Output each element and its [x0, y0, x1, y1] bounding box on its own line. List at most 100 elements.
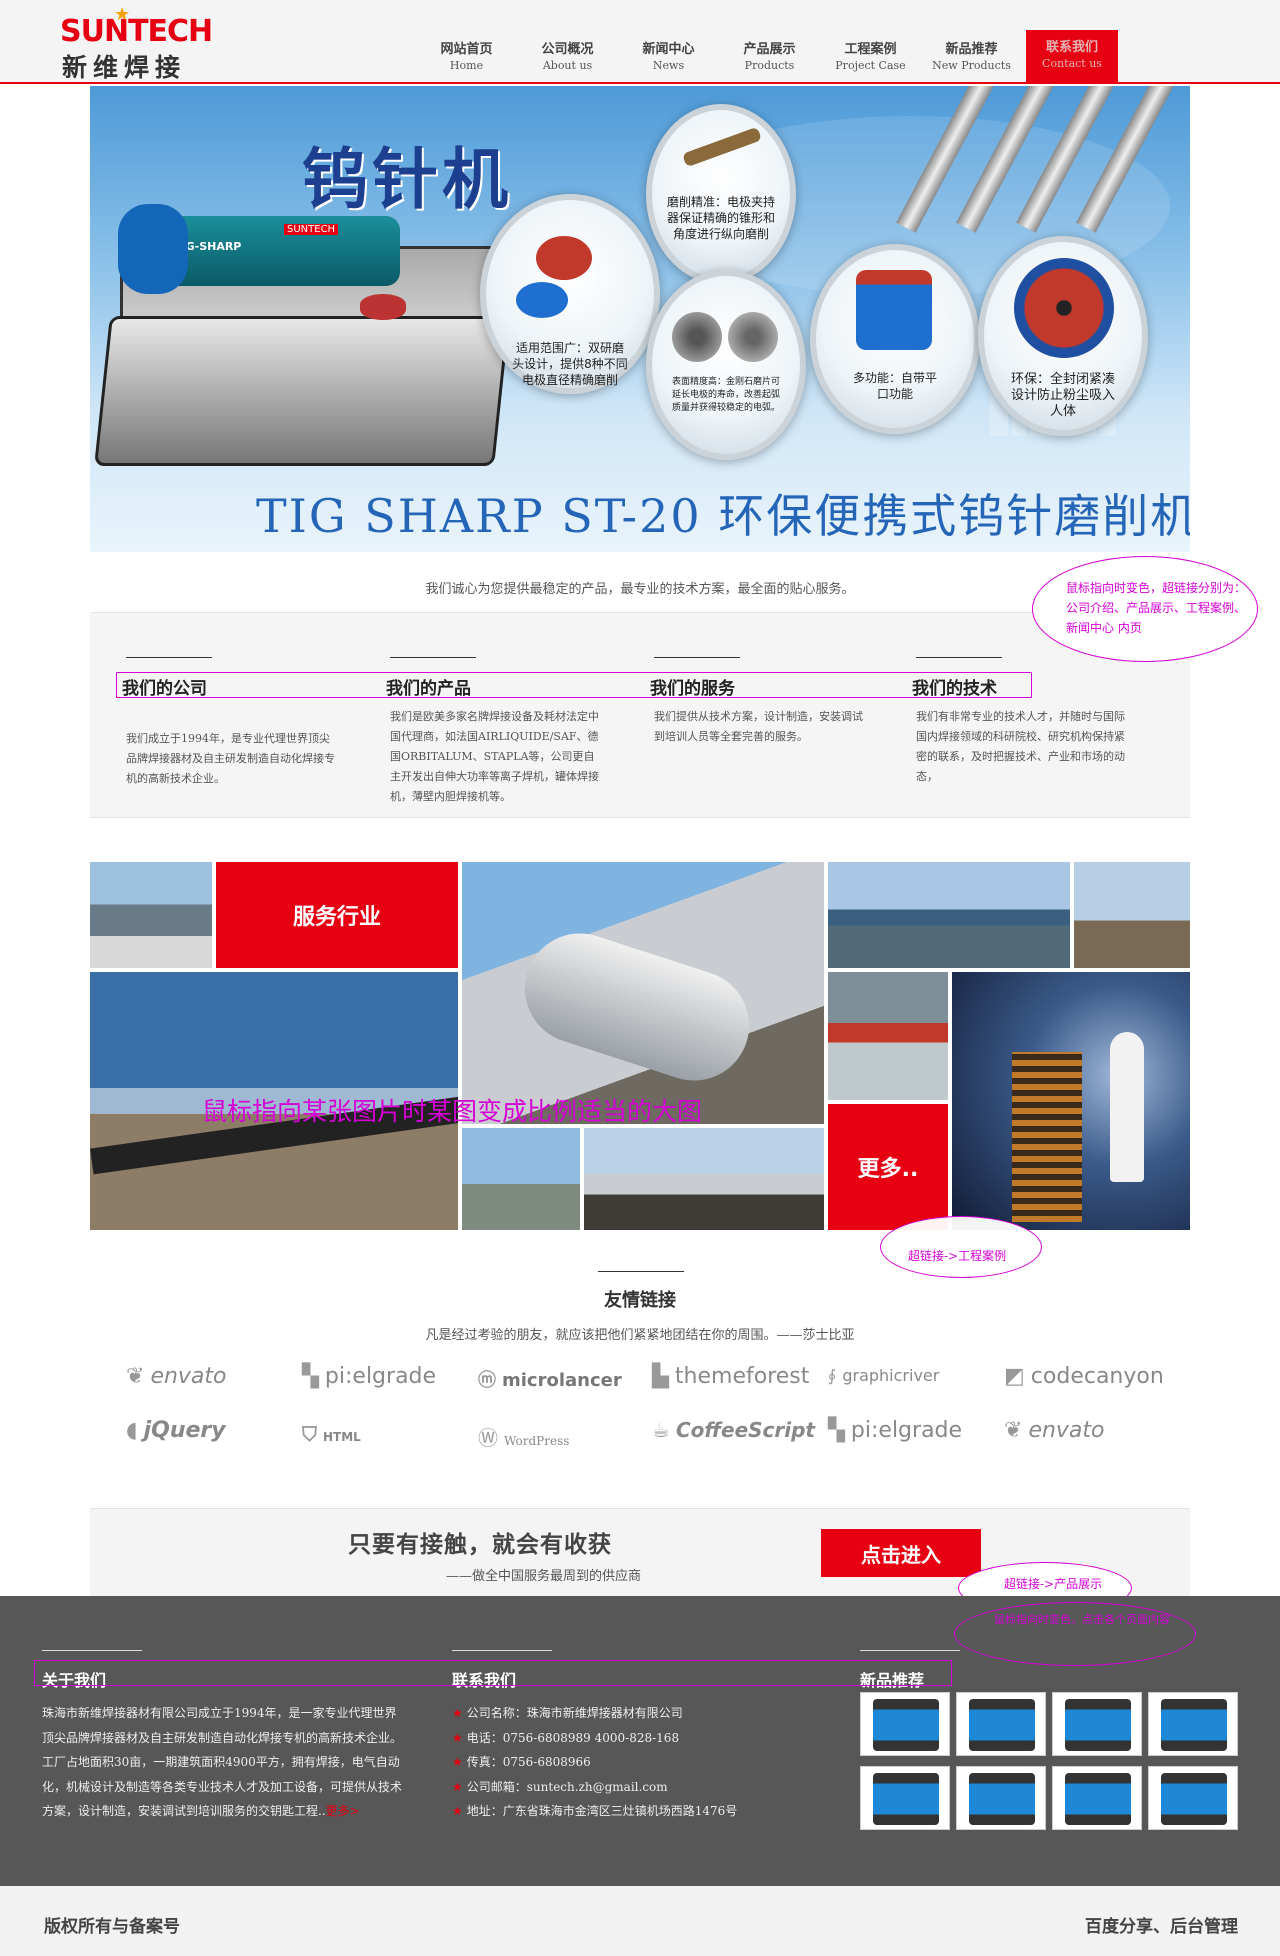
divider: [42, 1650, 142, 1651]
more-cases-label: 更多..: [857, 1157, 919, 1182]
envato-icon: ❦: [1004, 1418, 1023, 1443]
nav-products[interactable]: 产品展示 Products: [719, 30, 820, 84]
friend-link-label: themeforest: [674, 1364, 810, 1389]
product-thumbnail[interactable]: [860, 1692, 950, 1756]
cta-title: 只要有接触，就会有收获: [348, 1532, 612, 1558]
contact-text: 电话：0756-6808989 4000-828-168: [466, 1730, 680, 1745]
friend-link-html5[interactable]: ⛉ HTML: [302, 1422, 361, 1446]
product-thumbnail[interactable]: [1148, 1692, 1238, 1756]
microlancer-icon: ⓜ: [478, 1370, 496, 1391]
product-thumbnail[interactable]: [956, 1692, 1046, 1756]
friend-link-pixelgrade[interactable]: ▚ pi:elgrade: [302, 1364, 436, 1389]
more-cases-tile[interactable]: 更多..: [828, 1104, 948, 1230]
copyright-text: 版权所有与备案号: [44, 1917, 180, 1937]
friend-link-coffeescript[interactable]: ☕ CoffeeScript: [652, 1418, 815, 1442]
bubble-text: 多功能：自带平口功能: [852, 371, 937, 401]
photo-ship-cargo[interactable]: [828, 862, 1070, 968]
diamond-disc: [672, 312, 722, 362]
nav-home[interactable]: 网站首页 Home: [416, 30, 517, 84]
bottom-bar: 版权所有与备案号 百度分享、后台管理: [0, 1886, 1280, 1956]
annotation-footer-note: 鼠标指向时变色，点击各个页面内容: [994, 1613, 1170, 1626]
nav-new-products[interactable]: 新品推荐 New Products: [921, 30, 1022, 84]
welder-image: [873, 1699, 939, 1751]
photo-car-factory[interactable]: [828, 972, 948, 1100]
friend-link-graphicriver[interactable]: ∮ graphicriver: [828, 1366, 939, 1385]
contact-email[interactable]: ★ 公司邮箱：suntech.zh@gmail.com: [452, 1775, 812, 1800]
about-more-link[interactable]: 更多>: [326, 1804, 360, 1818]
pixelgrade-icon: ▚: [302, 1364, 319, 1389]
themeforest-icon: ▙: [652, 1364, 669, 1389]
site-logo[interactable]: SUNTECH ★ 新维焊接: [60, 4, 213, 82]
feature-text: 我们是欧美多家名牌焊接设备及耗材法定中国代理商，如法国AIRLIQUIDE/SA…: [390, 710, 599, 803]
friend-link-label: pi:elgrade: [850, 1418, 963, 1443]
contact-fax: ★ 传真：0756-6808966: [452, 1750, 812, 1775]
bubble-text: 磨削精准：电极夹持器保证精确的锥形和角度进行纵向磨削: [666, 195, 775, 241]
photo-pressure-vessel[interactable]: [462, 862, 824, 1124]
nav-contact[interactable]: 联系我们 Contact us: [1026, 30, 1118, 84]
hero-banner[interactable]: 钨针机 TIG-SHARP SUNTECH 适用范围广：双研磨头设计，提供8种不…: [90, 86, 1190, 552]
product-thumbnail[interactable]: [956, 1766, 1046, 1830]
divider: [654, 657, 740, 658]
friend-link-pixelgrade-2[interactable]: ▚ pi:elgrade: [828, 1418, 962, 1443]
divider: [860, 1650, 960, 1651]
share-admin-links[interactable]: 百度分享、后台管理: [1085, 1912, 1238, 1937]
friend-link-label: jQuery: [143, 1418, 226, 1443]
friend-links-quote: 凡是经过考验的朋友，就应该把他们紧紧地团结在你的周围。——莎士比亚: [425, 1328, 855, 1343]
product-thumbnail[interactable]: [1148, 1766, 1238, 1830]
photo-barge-tanks[interactable]: [584, 1128, 824, 1230]
enter-button[interactable]: 点击进入: [821, 1529, 981, 1577]
nav-news[interactable]: 新闻中心 News: [618, 30, 719, 84]
photo-chemical-plant[interactable]: [462, 1128, 580, 1230]
nav-label: 网站首页: [440, 42, 493, 57]
nav-sublabel: New Products: [932, 59, 1011, 72]
diamond-disc: [728, 312, 778, 362]
divider: [126, 657, 212, 658]
service-industry-tile[interactable]: 服务行业: [216, 862, 458, 968]
star-icon: ★: [452, 1779, 463, 1794]
feature-bubble-precision: 磨削精准：电极夹持器保证精确的锥形和角度进行纵向磨削: [646, 104, 796, 284]
photo-space-shuttle[interactable]: [952, 972, 1190, 1230]
contact-address: ★ 地址：广东省珠海市金湾区三灶镇机场西路1476号: [452, 1799, 812, 1824]
photo-shipyard[interactable]: [1074, 862, 1190, 968]
friend-link-microlancer[interactable]: ⓜ microlancer: [478, 1366, 622, 1392]
friend-link-wordpress[interactable]: Ⓦ WordPress: [478, 1422, 569, 1451]
star-icon: ★: [452, 1706, 463, 1720]
welder-image: [1065, 1699, 1131, 1751]
footer-about-text: 珠海市新维焊接器材有限公司成立于1994年，是一家专业代理世界顶尖品牌焊接器材及…: [42, 1701, 408, 1824]
product-thumbnail[interactable]: [1052, 1692, 1142, 1756]
friend-link-envato-2[interactable]: ❦ envato: [1004, 1418, 1105, 1443]
feature-text: 我们提供从技术方案，设计制造，安装调试到培训人员等全套完善的服务。: [654, 710, 863, 743]
nav-label: 公司概况: [541, 42, 594, 57]
annotation-hover-note: 鼠标指向时变色，超链接分别为：公司介绍、产品展示、工程案例、新闻中心 内页: [1066, 581, 1247, 635]
vessel-shape: [510, 919, 764, 1095]
product-thumbnail[interactable]: [1052, 1766, 1142, 1830]
grinding-head: [360, 294, 406, 320]
star-icon: ★: [452, 1730, 463, 1745]
photo-refinery[interactable]: [90, 862, 212, 968]
contact-text: 地址：广东省珠海市金湾区三灶镇机场西路1476号: [466, 1804, 738, 1818]
friend-link-label: graphicriver: [842, 1366, 940, 1385]
nav-about[interactable]: 公司概况 About us: [517, 30, 618, 84]
friend-link-codecanyon[interactable]: ◩ codecanyon: [1004, 1364, 1164, 1389]
friend-link-themeforest[interactable]: ▙ themeforest: [652, 1364, 809, 1389]
product-thumbnail[interactable]: [860, 1766, 950, 1830]
star-icon: ★: [452, 1755, 463, 1769]
electrode-holder: [682, 126, 762, 168]
graphicriver-icon: ∮: [828, 1366, 837, 1385]
grinder-brand: SUNTECH: [284, 224, 339, 235]
nav-sublabel: Contact us: [1042, 57, 1102, 70]
friend-link-envato[interactable]: ❦ envato: [126, 1364, 227, 1389]
feature-service[interactable]: 我们的服务 我们提供从技术方案，设计制造，安装调试到培训人员等全套完善的服务。: [618, 657, 863, 747]
nav-sublabel: Project Case: [835, 59, 906, 72]
nav-project-case[interactable]: 工程案例 Project Case: [820, 30, 921, 84]
nav-label: 产品展示: [743, 42, 796, 57]
cta-subtitle: ——做全中国服务最周到的供应商: [446, 1569, 642, 1584]
friend-link-jquery[interactable]: ◖ jQuery: [126, 1418, 226, 1443]
shuttle-shape: [1110, 1032, 1144, 1182]
footer-about-body: 珠海市新维焊接器材有限公司成立于1994年，是一家专业代理世界顶尖品牌焊接器材及…: [42, 1706, 403, 1818]
pixelgrade-icon: ▚: [828, 1418, 845, 1443]
divider: [452, 1650, 552, 1651]
nav-label: 新闻中心: [642, 42, 695, 57]
flat-tool-part: [856, 270, 932, 350]
friend-link-label: codecanyon: [1030, 1364, 1164, 1389]
